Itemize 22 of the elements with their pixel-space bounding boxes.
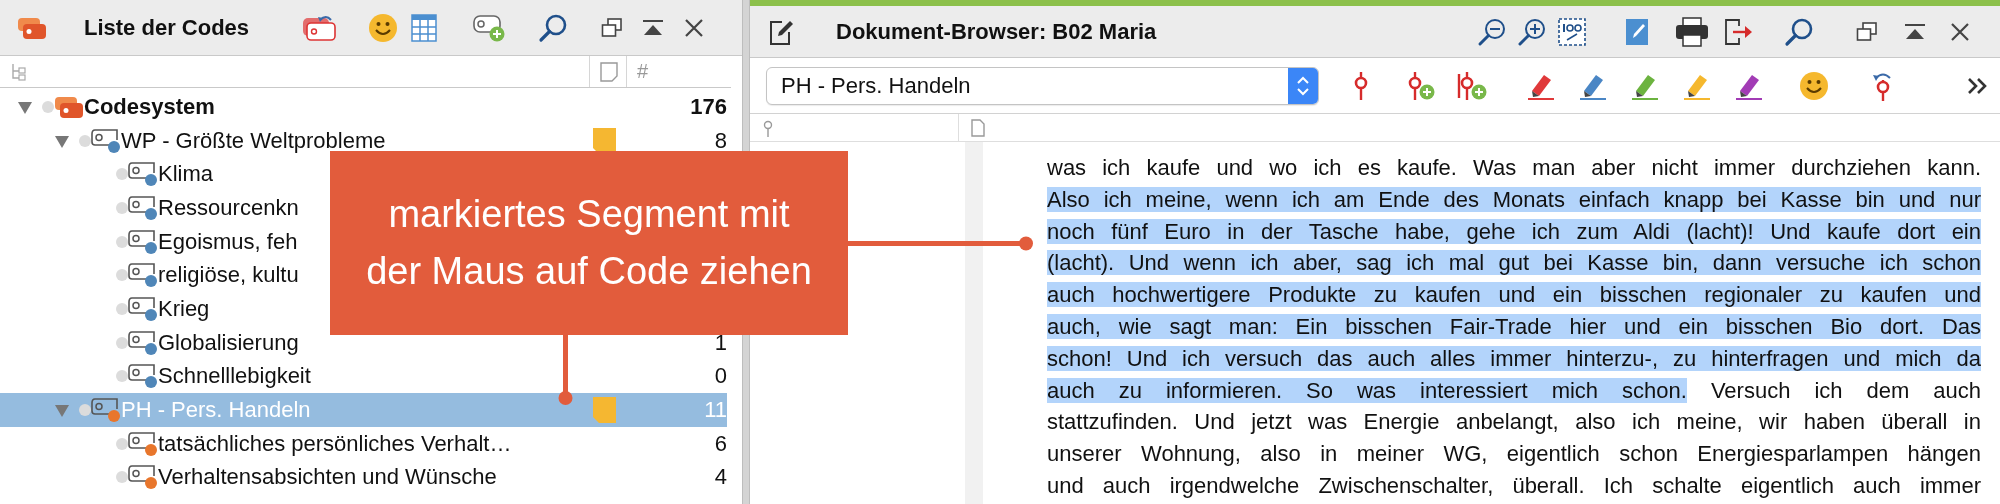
code-count: 6 [714, 430, 727, 457]
code-name: Ressourcenkn [158, 194, 299, 221]
code-count: 0 [714, 363, 727, 390]
code-name: religiöse, kultu [158, 262, 299, 289]
column-header: # [637, 60, 649, 83]
code-name: Schnelllebigkeit [158, 363, 311, 390]
code-name: PH - Pers. Handeln [121, 397, 311, 424]
panel-title: Dokument-Browser: B02 Maria [836, 18, 1157, 45]
code-name: Verhaltensabsichten und Wünsche [158, 464, 497, 491]
document-text: was ich kaufe und wo ich es kaufe. Was man aber nicht immer durchziehen kann. Also ich meine, wenn ich am Ende des Monats einfach knapp bei Kasse bin und nur noch fünf Euro in der Tasche habe, gehe ich zum Aldi (lacht)! Und kaufe dort ein (lacht). Und wenn ich aber, sag ich mal gut bei Kasse bin, dann versuche ich schon auch hochwertigere Produkte zu kaufen und ein bisschen regionaler zu kaufen und auch, wie sagt man: Ein bisschen Fair-Trade hier und ein bisschen Bio dort. Das schon! Und ich versuch das auch alles immer hinterzu-, zu hinterfragen und mich da auch zu informieren. So was interessiert mich schon. Versuch ich dem auch stattzufinden. Und jetzt was Energie anbelangt, also ich meine, wir haben überall in unserer Wohnung, also in meiner WG, eigentlich schon Energiesparlampen hängen und auch irgendwelche Zwischenschalter, überall. Ich schalte eigentlich auch immer [1047, 154, 1981, 500]
code-name: Globalisierung [158, 329, 299, 356]
code-name: Codesystem [84, 93, 215, 120]
code-name: Klima [158, 161, 213, 188]
code-count: 4 [714, 464, 727, 491]
code-name: WP - Größte Weltprobleme [121, 127, 386, 154]
code-name: Egoismus, feh [158, 228, 298, 255]
code-name: tatsächliches persönliches Verhalt… [158, 430, 512, 457]
code-count: 11 [704, 397, 727, 424]
code-count: 8 [714, 127, 727, 154]
code-name: Krieg [158, 295, 210, 322]
panel-title: Liste der Codes [84, 14, 250, 41]
code-count: 176 [690, 93, 727, 120]
